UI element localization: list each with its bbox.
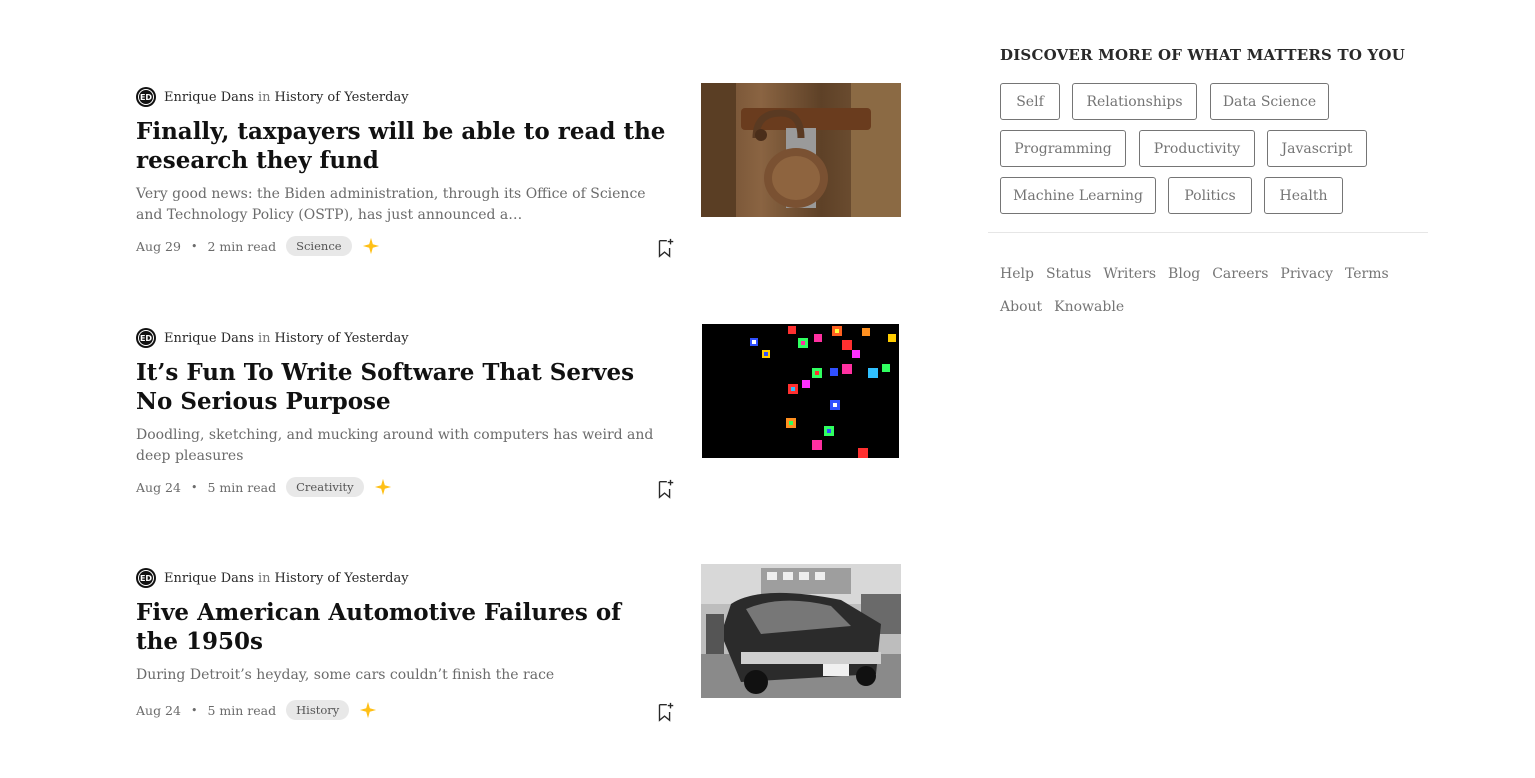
footer-links: Help Status Writers Blog Careers Privacy Terms… [1000, 258, 1400, 324]
article-meta: ED Enrique Dans in History of Yesterday [136, 328, 409, 348]
in-label: in [257, 570, 271, 586]
footer-link-knowable[interactable]: Knowable [1054, 299, 1124, 315]
topic-tag[interactable]: Creativity [286, 477, 364, 497]
article-date: Aug 24 [136, 702, 181, 718]
topic-chip-productivity[interactable]: Productivity [1139, 130, 1255, 167]
pixel-art-on-black [702, 324, 899, 458]
read-time: 2 min read [207, 238, 277, 254]
article-footer: Aug 24 • 5 min read Creativity [136, 476, 676, 498]
topic-chip-self[interactable]: Self [1000, 83, 1060, 120]
publication-name[interactable]: History of Yesterday [275, 571, 409, 586]
publication-name[interactable]: History of Yesterday [275, 331, 409, 346]
avatar-initials: ED [138, 89, 154, 105]
footer-link-writers[interactable]: Writers [1103, 266, 1156, 282]
star-icon [360, 701, 377, 719]
article-subtitle[interactable]: Doodling, sketching, and mucking around … [136, 425, 666, 467]
article-footer: Aug 24 • 5 min read History [136, 699, 676, 721]
article-card[interactable]: ED Enrique Dans in History of Yesterday … [136, 324, 906, 500]
author-avatar-icon[interactable]: ED [136, 87, 156, 107]
author-name[interactable]: Enrique Dans [164, 90, 254, 105]
article-card[interactable]: ED Enrique Dans in History of Yesterday … [136, 83, 906, 259]
footer-link-careers[interactable]: Careers [1212, 266, 1268, 282]
footer-link-privacy[interactable]: Privacy [1280, 266, 1333, 282]
article-card[interactable]: ED Enrique Dans in History of Yesterday … [136, 564, 906, 738]
footer-link-about[interactable]: About [1000, 299, 1042, 315]
topic-chip-politics[interactable]: Politics [1168, 177, 1252, 214]
separator-dot: • [190, 703, 198, 717]
topic-chip-javascript[interactable]: Javascript [1267, 130, 1367, 167]
topic-chip-programming[interactable]: Programming [1000, 130, 1126, 167]
read-time: 5 min read [207, 479, 277, 495]
article-meta: ED Enrique Dans in History of Yesterday [136, 568, 409, 588]
avatar-initials: ED [138, 570, 154, 586]
author-avatar-icon[interactable]: ED [136, 328, 156, 348]
topic-tag[interactable]: History [286, 700, 350, 720]
in-label: in [257, 330, 271, 346]
article-date: Aug 24 [136, 479, 181, 495]
article-title[interactable]: It’s Fun To Write Software That Serves N… [136, 358, 666, 416]
topic-chip-data-science[interactable]: Data Science [1210, 83, 1329, 120]
read-time: 5 min read [207, 702, 277, 718]
bookmark-add-icon[interactable] [654, 701, 676, 723]
bookmark-add-icon[interactable] [654, 478, 676, 500]
article-thumbnail[interactable] [701, 83, 901, 217]
article-date: Aug 29 [136, 238, 181, 254]
topic-tag[interactable]: Science [286, 236, 352, 256]
footer-link-terms[interactable]: Terms [1345, 266, 1389, 282]
footer-link-blog[interactable]: Blog [1168, 266, 1200, 282]
topic-chip-machine-learning[interactable]: Machine Learning [1000, 177, 1156, 214]
separator-dot: • [190, 239, 198, 253]
star-icon [374, 478, 391, 496]
footer-link-help[interactable]: Help [1000, 266, 1034, 282]
article-title[interactable]: Finally, taxpayers will be able to read … [136, 117, 666, 175]
publication-name[interactable]: History of Yesterday [275, 90, 409, 105]
rusty-padlock-photo [701, 83, 901, 217]
footer-link-status[interactable]: Status [1046, 266, 1091, 282]
bookmark-add-icon[interactable] [654, 237, 676, 259]
article-subtitle[interactable]: Very good news: the Biden administration… [136, 184, 666, 226]
in-label: in [257, 89, 271, 105]
avatar-initials: ED [138, 330, 154, 346]
author-avatar-icon[interactable]: ED [136, 568, 156, 588]
discover-heading: DISCOVER MORE OF WHAT MATTERS TO YOU [1000, 46, 1405, 64]
author-name[interactable]: Enrique Dans [164, 571, 254, 586]
article-footer: Aug 29 • 2 min read Science [136, 235, 676, 257]
topic-chip-health[interactable]: Health [1264, 177, 1343, 214]
article-thumbnail[interactable] [702, 324, 899, 458]
topic-chip-relationships[interactable]: Relationships [1072, 83, 1197, 120]
sidebar-divider [988, 232, 1428, 233]
article-title[interactable]: Five American Automotive Failures of the… [136, 598, 666, 656]
author-name[interactable]: Enrique Dans [164, 331, 254, 346]
article-subtitle[interactable]: During Detroit’s heyday, some cars could… [136, 665, 666, 686]
star-icon [362, 237, 379, 255]
separator-dot: • [190, 480, 198, 494]
wrecked-1950s-car-photo [701, 564, 901, 698]
article-thumbnail[interactable] [701, 564, 901, 698]
article-meta: ED Enrique Dans in History of Yesterday [136, 87, 409, 107]
